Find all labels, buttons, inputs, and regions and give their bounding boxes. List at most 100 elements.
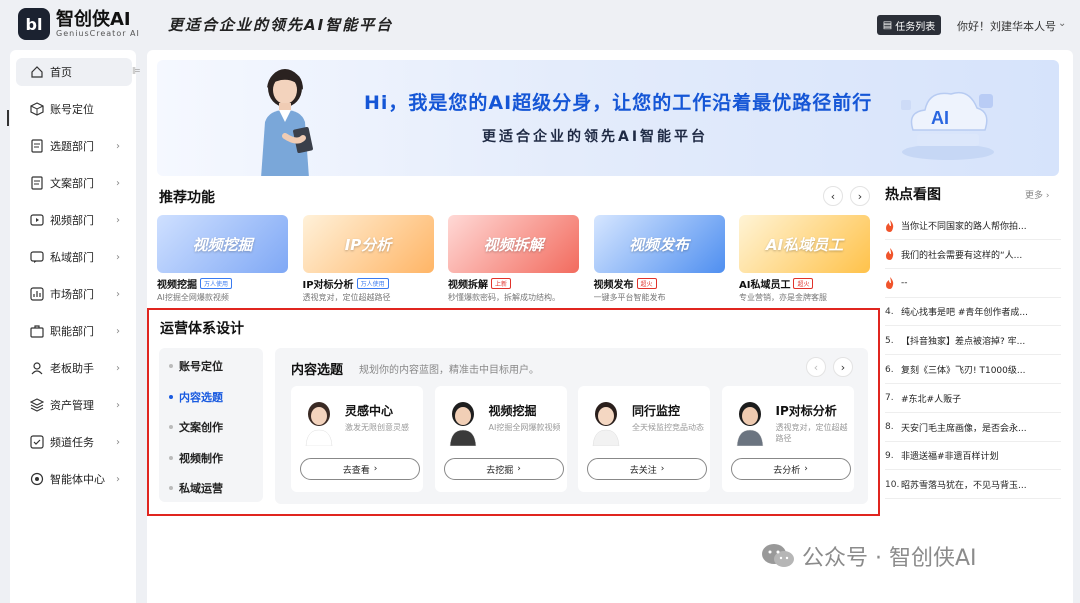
feature-name: AI私域员工 [739,280,791,291]
ops-system-section: 运营体系设计 账号定位 内容选题 文案创作 视频制作 私域运营 内容选题 规划你的内容蓝… [147,308,880,516]
recommend-prev-button[interactable]: ‹ [823,186,843,206]
briefcase-icon [30,324,44,338]
ops-menu-item[interactable]: 内容选题 [169,389,223,405]
hot-text: -- [901,278,908,289]
feature-tag: 超火 [636,278,657,289]
hot-rank: 7. [885,393,894,404]
hot-text: 非遗送福#非遗百样计划 [901,452,999,463]
ai-cloud-illustration: AI [901,91,994,160]
hot-text: 纯心找事是吧 #青年创作者成... [901,308,1028,319]
chart-icon [30,287,44,301]
feature-thumbnail: 视频挖掘 [157,215,288,273]
card-button-label: 去关注 [629,465,657,476]
feature-card[interactable]: 视频挖掘 视频挖掘 万人使用 AI挖掘全网爆款视频 [157,215,288,303]
sidebar-item[interactable]: 账号定位 [16,95,132,123]
sidebar-active-marker [7,110,9,126]
logo-mark: bl [18,8,50,40]
hot-item[interactable]: 10. 昭苏雪落马犹在，不见马背玉... [885,471,1061,500]
logo[interactable]: bl 智创侠AI GeniusCreator AI [18,8,140,40]
agent-icon [30,472,44,486]
sidebar-item[interactable]: 资产管理 › [16,391,132,419]
feature-name: 视频挖掘 [157,280,197,291]
sidebar-item[interactable]: 频道任务 › [16,428,132,456]
chevron-right-icon: › [116,288,120,300]
sidebar-item-label: 账号定位 [50,103,94,116]
sidebar-item[interactable]: 选题部门 › [16,132,132,160]
feature-desc: 一键多平台智能发布 [593,293,666,302]
hot-item[interactable]: 我们的社会需要有这样的“人... [885,241,1061,269]
ops-menu: 账号定位内容选题文案创作视频制作私域运营 [159,348,263,502]
recommend-next-button[interactable]: › [850,186,870,206]
hot-item[interactable]: 4. 纯心找事是吧 #青年创作者成... [885,298,1061,327]
ops-menu-item[interactable]: 文案创作 [169,419,223,435]
card-desc: 激发无限创意灵感 [345,423,409,432]
sidebar-item-label: 私域部门 [50,251,94,264]
feature-card[interactable]: 视频拆解 视频拆解 上新 秒懂爆款密码，拆解成功结构。 [448,215,579,303]
card-desc: 全天候监控竞品动态 [632,423,704,432]
sidebar-item[interactable]: 市场部门 › [16,280,132,308]
hot-item[interactable]: -- [885,270,1061,298]
feature-card[interactable]: IP分析 IP对标分析 万人使用 透视竞对，定位超越路径 [302,215,434,303]
ops-panel: 内容选题 规划你的内容蓝图，精准击中目标用户。 ‹ › 灵感中心激发无限创意灵感… [275,348,868,504]
feature-name: IP对标分析 [302,280,354,291]
hot-text: #东北#人贩子 [901,394,962,405]
card-action-button[interactable]: 去查看 › [300,458,420,480]
ai-badge-text: AI [931,108,949,128]
hot-rank: 6. [885,364,894,375]
sidebar-item[interactable]: 视频部门 › [16,206,132,234]
chevron-down-icon[interactable]: ⌄ [1058,18,1066,29]
feature-card[interactable]: 视频发布 视频发布 超火 一键多平台智能发布 [593,215,725,303]
hot-item[interactable]: 8. 天安门毛主席画像，是否会永... [885,414,1061,442]
hot-item[interactable]: 9. 非遗送福#非遗百样计划 [885,442,1061,471]
panel-title: 内容选题 [291,363,344,378]
panel-prev-button[interactable]: ‹ [806,357,826,377]
feature-desc: 秒懂爆款密码，拆解成功结构。 [448,293,560,302]
chevron-right-icon: › [116,177,120,189]
ops-menu-label: 视频制作 [179,451,223,465]
user-greeting[interactable]: 你好！刘建华本人号 [957,18,1056,34]
card-name: 灵感中心 [345,404,394,418]
panel-subtitle: 规划你的内容蓝图，精准击中目标用户。 [359,365,539,376]
sidebar-item[interactable]: 职能部门 › [16,317,132,345]
card-desc: 透视竞对，定位超越路径 [775,423,848,443]
sidebar-item[interactable]: 文案部门 › [16,169,132,197]
doc-icon [30,176,44,190]
ops-menu-label: 账号定位 [179,360,223,373]
card-button-label: 去分析 [773,465,801,476]
sidebar-item-label: 市场部门 [50,288,94,301]
watermark-text: 公众号 · 智创侠AI [802,546,977,571]
hot-item[interactable]: 5. 【抖音独家】差点被溶掉? 牢... [885,327,1061,356]
sidebar-collapse-icon[interactable]: ⊫ [132,66,141,77]
card-name: IP对标分析 [775,404,837,418]
hot-item[interactable]: 6. 复刻《三体》飞刃! T1000级... [885,356,1061,384]
sidebar-item[interactable]: 智能体中心 › [16,465,132,493]
card-action-button[interactable]: 去关注 › [587,458,707,480]
wechat-icon [762,544,794,567]
ops-menu-item[interactable]: 私域运营 [169,480,223,496]
asset-icon [30,398,44,412]
feature-entry-card: 同行监控 全天候监控竞品动态 去关注 › [578,386,710,492]
watermark: 公众号 · 智创侠AI [760,540,977,572]
sidebar-item[interactable]: 私域部门 › [16,243,132,271]
ops-menu-item[interactable]: 视频制作 [169,450,223,466]
task-list-label: 任务列表 [895,21,936,33]
feature-name: 视频发布 [593,280,634,291]
feature-card[interactable]: AI私域员工 AI私域员工 超火 专业营销，亦是金牌客服 [739,215,870,303]
sidebar-item[interactable]: 老板助手 › [16,354,132,382]
hot-more-link[interactable]: 更多 › [1025,188,1049,201]
sidebar-item-label: 资产管理 [50,399,94,412]
chevron-right-icon: › [116,251,120,263]
sidebar-item[interactable]: 首页 [16,58,132,86]
hot-item[interactable]: 7. #东北#人贩子 [885,385,1061,413]
hot-item[interactable]: 当你让不同国家的路人帮你拍... [885,212,1061,240]
chevron-right-icon: › [804,464,808,474]
ops-menu-item[interactable]: 账号定位 [169,358,223,374]
task-list-icon: ▤ [882,19,893,31]
top-bar: bl 智创侠AI GeniusCreator AI 更适合企业的领先AI智能平台… [0,0,1080,48]
panel-next-button[interactable]: › [833,357,853,377]
card-action-button[interactable]: 去分析 › [730,458,851,480]
chevron-right-icon: › [660,464,665,474]
card-desc: AI挖掘全网爆款视频 [488,423,561,432]
task-list-button[interactable]: ▤ 任务列表 [877,15,941,35]
card-action-button[interactable]: 去挖掘 › [443,458,564,480]
